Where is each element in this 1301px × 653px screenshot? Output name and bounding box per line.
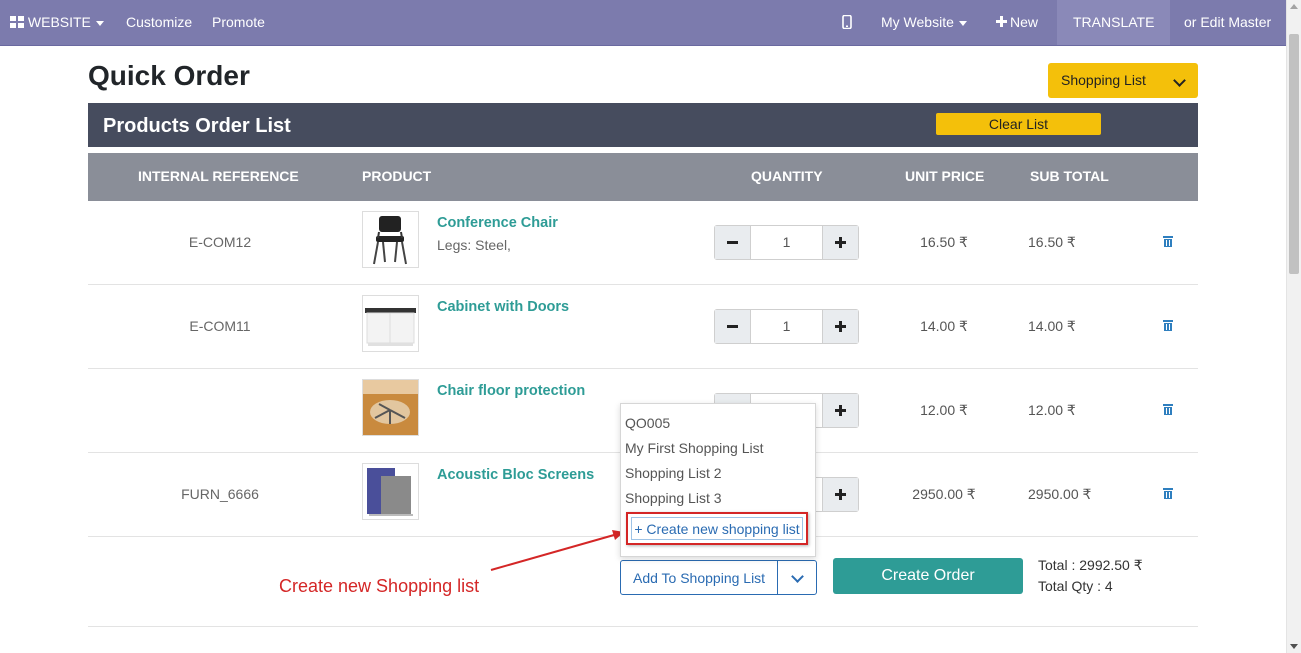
shopping-list-button[interactable]: Shopping List <box>1048 63 1198 98</box>
scroll-up-icon[interactable] <box>1290 4 1298 9</box>
decrease-quantity-button[interactable] <box>715 226 751 259</box>
dropdown-item[interactable]: My First Shopping List <box>625 440 764 456</box>
section-title: Products Order List <box>103 115 291 137</box>
customize-menu[interactable]: Customize <box>126 0 192 45</box>
trash-icon[interactable] <box>1163 404 1173 415</box>
quantity-stepper: 1 <box>714 309 859 344</box>
table-header: INTERNAL REFERENCE PRODUCT QUANTITY UNIT… <box>88 153 1198 201</box>
trash-icon[interactable] <box>1163 488 1173 499</box>
annotation-label: Create new Shopping list <box>279 576 480 596</box>
products-order-list-header: Products Order List Clear List <box>88 103 1198 147</box>
mobile-icon <box>842 14 852 30</box>
page-title: Quick Order <box>88 60 250 91</box>
internal-reference: E-COM11 <box>189 318 251 334</box>
product-image-cabinet-with-doors <box>362 295 419 352</box>
create-new-shopping-list-button[interactable]: + Create new shopping list <box>631 517 803 540</box>
scrollbar-thumb[interactable] <box>1289 34 1299 274</box>
create-new-highlight: + Create new shopping list <box>626 512 808 545</box>
increase-quantity-button[interactable] <box>822 226 858 259</box>
total-quantity: Total Qty : 4 <box>1038 578 1113 594</box>
chevron-down-icon[interactable] <box>791 570 804 583</box>
sub-total: 16.50 ₹ <box>1028 234 1076 250</box>
column-quantity: QUANTITY <box>751 168 823 184</box>
column-product: PRODUCT <box>362 168 432 184</box>
trash-icon[interactable] <box>1163 320 1173 331</box>
unit-price: 12.00 ₹ <box>920 402 968 418</box>
plus-icon <box>996 16 1007 28</box>
grid-icon <box>10 15 24 28</box>
quantity-input[interactable]: 1 <box>751 234 822 250</box>
product-image-acoustic-bloc-screens <box>362 463 419 520</box>
product-name[interactable]: Conference Chair <box>437 215 558 231</box>
increase-quantity-button[interactable] <box>822 394 858 427</box>
dropdown-item[interactable]: Shopping List 2 <box>625 465 722 481</box>
promote-menu[interactable]: Promote <box>212 0 265 45</box>
unit-price: 2950.00 ₹ <box>912 486 976 502</box>
quantity-input[interactable]: 1 <box>751 318 822 334</box>
button-divider <box>777 561 778 594</box>
vertical-scrollbar[interactable] <box>1286 0 1301 653</box>
table-row: E-COM11 Cabinet with Doors 1 14.00 ₹ 14.… <box>88 285 1198 369</box>
column-internal-reference: INTERNAL REFERENCE <box>138 168 299 184</box>
new-label: New <box>1010 14 1039 30</box>
product-name[interactable]: Chair floor protection <box>437 383 585 399</box>
sub-total: 14.00 ₹ <box>1028 318 1076 334</box>
divider <box>88 626 1198 627</box>
my-website-menu[interactable]: My Website <box>881 0 967 45</box>
dropdown-item[interactable]: QO005 <box>625 415 670 431</box>
table-row: E-COM12 Conference Chair Legs: Steel, 1 … <box>88 201 1198 285</box>
caret-down-icon <box>958 20 967 26</box>
shopping-list-dropdown: QO005 My First Shopping List Shopping Li… <box>620 403 816 557</box>
website-topbar: WEBSITE Customize Promote My Website New… <box>0 0 1286 46</box>
product-image-chair-floor-protection <box>362 379 419 436</box>
caret-down-icon <box>95 20 104 26</box>
add-to-shopping-list-button[interactable]: Add To Shopping List <box>620 560 817 595</box>
product-image-conference-chair <box>362 211 419 268</box>
unit-price: 16.50 ₹ <box>920 234 968 250</box>
sub-total: 12.00 ₹ <box>1028 402 1076 418</box>
trash-icon[interactable] <box>1163 236 1173 247</box>
chevron-down-icon <box>1173 74 1186 87</box>
product-variant: Legs: Steel, <box>437 237 511 253</box>
internal-reference: E-COM12 <box>188 234 252 250</box>
product-name[interactable]: Cabinet with Doors <box>437 299 569 315</box>
sub-total: 2950.00 ₹ <box>1028 486 1092 502</box>
scroll-down-icon[interactable] <box>1290 644 1298 649</box>
shopping-list-label: Shopping List <box>1061 72 1146 88</box>
new-button[interactable]: New <box>996 0 1038 45</box>
create-order-button[interactable]: Create Order <box>833 558 1023 594</box>
quantity-stepper: 1 <box>714 225 859 260</box>
increase-quantity-button[interactable] <box>822 310 858 343</box>
edit-master-link[interactable]: or Edit Master <box>1184 0 1271 45</box>
internal-reference: FURN_6666 <box>181 486 259 502</box>
translate-button[interactable]: TRANSLATE <box>1057 0 1171 45</box>
website-menu-label: WEBSITE <box>27 14 91 30</box>
add-to-shopping-list-label: Add To Shopping List <box>633 570 766 586</box>
product-name[interactable]: Acoustic Bloc Screens <box>437 467 594 483</box>
decrease-quantity-button[interactable] <box>715 310 751 343</box>
unit-price: 14.00 ₹ <box>920 318 968 334</box>
total-amount: Total : 2992.50 ₹ <box>1038 557 1143 573</box>
website-menu[interactable]: WEBSITE <box>10 0 104 45</box>
dropdown-item[interactable]: Shopping List 3 <box>625 490 722 506</box>
increase-quantity-button[interactable] <box>822 478 858 511</box>
my-website-label: My Website <box>881 14 954 30</box>
mobile-preview-button[interactable] <box>842 0 852 45</box>
clear-list-button[interactable]: Clear List <box>936 113 1101 135</box>
column-unit-price: UNIT PRICE <box>905 168 985 184</box>
column-sub-total: SUB TOTAL <box>1030 168 1109 184</box>
order-totals: Total : 2992.50 ₹ Total Qty : 4 <box>1038 555 1143 597</box>
